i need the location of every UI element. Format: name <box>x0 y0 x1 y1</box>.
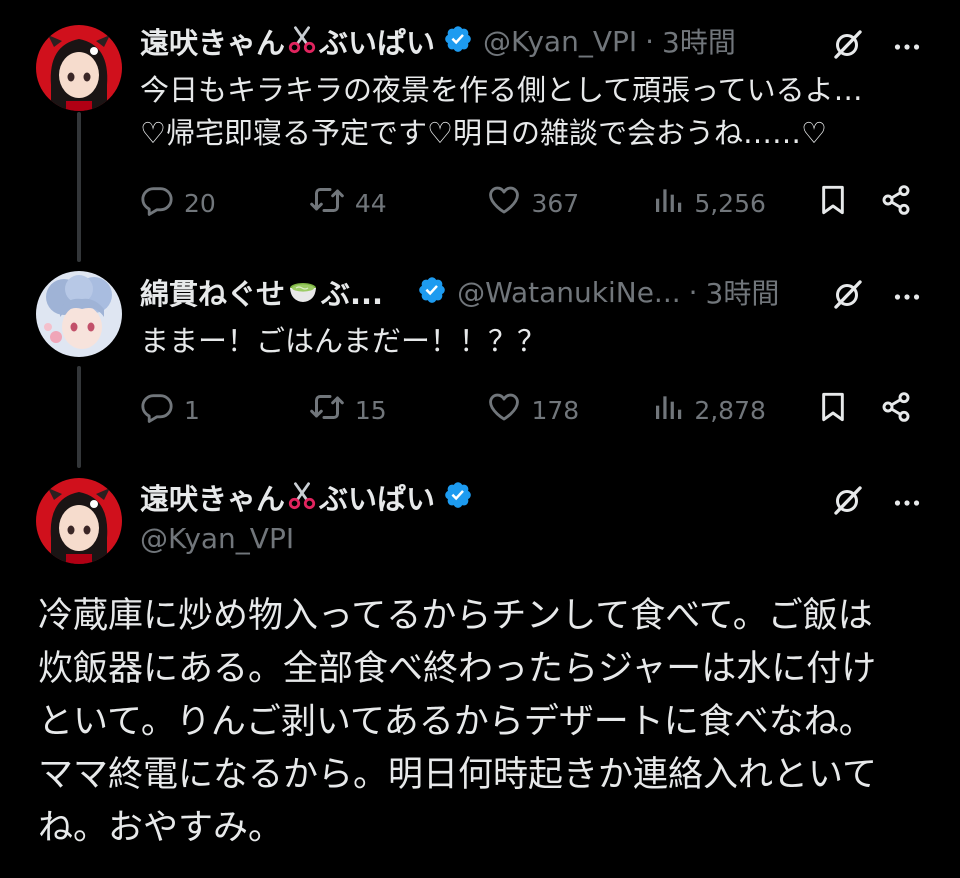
reply-count: 1 <box>184 395 200 425</box>
main-tweet-text: 冷蔵庫に炒め物入ってるからチンして食べて。ご飯は 炊飯器にある。全部食べ終わった… <box>38 596 877 848</box>
avatar-kyan-main[interactable] <box>36 478 122 564</box>
like-button[interactable]: 178 <box>487 390 652 430</box>
reply-icon <box>140 183 184 223</box>
separator-dot: · <box>645 24 655 58</box>
display-name[interactable]: 遠吠きゃん <box>140 476 285 518</box>
reply-icon <box>140 390 184 430</box>
main-tweet-header: 遠吠きゃん ぶいぱい <box>140 475 920 519</box>
display-name[interactable]: 遠吠きゃん <box>140 20 285 62</box>
grok-icon[interactable] <box>832 28 864 64</box>
display-name-suffix[interactable]: ぶ... <box>321 271 383 313</box>
tweet-2-actions: 1 15 178 2,878 <box>140 390 922 430</box>
views-button[interactable]: 2,878 <box>652 391 817 429</box>
views-icon <box>652 184 694 222</box>
more-icon[interactable] <box>894 493 920 512</box>
retweet-button[interactable]: 15 <box>309 389 488 431</box>
views-icon <box>652 391 694 429</box>
tweet-1-actions: 20 44 367 5,256 <box>140 183 922 223</box>
separator-dot: · <box>688 275 698 309</box>
verified-badge-icon[interactable] <box>417 275 447 309</box>
retweet-icon <box>309 182 355 224</box>
timestamp[interactable]: 3時間 <box>662 21 736 61</box>
reply-count: 20 <box>184 188 216 218</box>
retweet-count: 44 <box>354 188 387 218</box>
display-name-suffix[interactable]: ぶいぱい <box>319 476 435 518</box>
bookmark-icon <box>817 184 859 222</box>
bookmark-button[interactable] <box>817 391 880 429</box>
views-button[interactable]: 5,256 <box>652 184 817 222</box>
like-icon <box>487 183 531 223</box>
retweet-button[interactable]: 44 <box>309 182 488 224</box>
share-button[interactable] <box>880 184 922 222</box>
retweet-count: 15 <box>354 395 387 425</box>
bookmark-button[interactable] <box>817 184 880 222</box>
tweet-2-head-icons <box>832 278 920 314</box>
handle[interactable]: @Kyan_VPI <box>483 25 637 58</box>
scissors-icon <box>287 480 317 514</box>
thread-line-1 <box>77 112 81 262</box>
grok-icon[interactable] <box>832 278 864 314</box>
share-icon <box>880 391 922 429</box>
like-button[interactable]: 367 <box>487 183 652 223</box>
verified-badge-icon[interactable] <box>443 24 473 58</box>
tweet-1-header: 遠吠きゃん ぶいぱい @Kyan_VPI · 3時間 <box>140 19 920 63</box>
watanuki-avatar-image <box>36 271 122 357</box>
display-name-suffix[interactable]: ぶいぱい <box>319 20 435 62</box>
views-count: 2,878 <box>694 395 766 425</box>
scissors-icon <box>287 24 317 58</box>
avatar-kyan[interactable] <box>36 25 122 111</box>
share-icon <box>880 184 922 222</box>
timestamp[interactable]: 3時間 <box>706 272 780 312</box>
reply-button[interactable]: 1 <box>140 390 309 430</box>
avatar-watanuki[interactable] <box>36 271 122 357</box>
share-button[interactable] <box>880 391 922 429</box>
like-icon <box>487 390 531 430</box>
reply-button[interactable]: 20 <box>140 183 309 223</box>
retweet-icon <box>309 389 355 431</box>
views-count: 5,256 <box>694 188 766 218</box>
like-count: 367 <box>531 188 580 218</box>
thread-line-2 <box>77 366 81 468</box>
tweet-text: 今日もキラキラの夜景を作る側として頑張っているよ… ♡帰宅即寝る予定です♡明日の… <box>140 73 863 150</box>
matcha-icon <box>287 274 319 310</box>
verified-badge-icon[interactable] <box>443 480 473 514</box>
kyan-avatar-image <box>36 478 122 564</box>
like-count: 178 <box>531 395 580 425</box>
handle[interactable]: @Kyan_VPI <box>140 522 294 555</box>
bookmark-icon <box>817 391 859 429</box>
display-name[interactable]: 綿貫ねぐせ <box>140 271 285 313</box>
kyan-avatar-image <box>36 25 122 111</box>
more-icon[interactable] <box>894 37 920 56</box>
grok-icon[interactable] <box>832 484 864 520</box>
tweet-1-head-icons <box>832 28 920 64</box>
tweet-2-header: 綿貫ねぐせ ぶ... @WatanukiNe... · 3時間 <box>140 270 920 314</box>
more-icon[interactable] <box>894 287 920 306</box>
tweet-text: ままー！ごはんまだー！！？？ <box>140 324 547 358</box>
main-tweet-head-icons <box>832 484 920 520</box>
handle[interactable]: @WatanukiNe... <box>457 276 681 309</box>
